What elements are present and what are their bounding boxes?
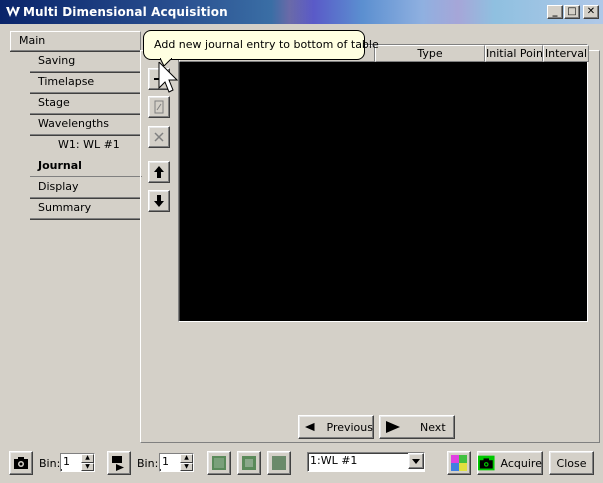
- bin-spinner-1[interactable]: ▲ ▼: [60, 453, 95, 472]
- window-title: Multi Dimensional Acquisition: [23, 5, 228, 19]
- delete-icon: [154, 132, 164, 142]
- move-down-button[interactable]: [148, 190, 170, 212]
- nav-panel: Main Saving Timelapse Stage Wavelengths …: [8, 30, 142, 443]
- next-button[interactable]: Next: [379, 415, 455, 439]
- close-window-button[interactable]: ✕: [583, 5, 599, 19]
- column-header-initial-point[interactable]: Initial Point: [485, 45, 543, 62]
- previous-button[interactable]: Previous: [298, 415, 374, 439]
- delete-entry-button[interactable]: [148, 126, 170, 148]
- acquire-camera-icon: [478, 455, 495, 471]
- previous-arrow-icon: [305, 422, 315, 432]
- arrow-up-icon: [154, 166, 164, 178]
- channel-button-2[interactable]: [237, 451, 261, 475]
- nav-item-display[interactable]: Display: [30, 178, 141, 198]
- next-arrow-icon: [386, 421, 400, 433]
- channel-button-3[interactable]: [267, 451, 291, 475]
- channel-button-1[interactable]: [207, 451, 231, 475]
- color-grid-icon: [451, 455, 467, 471]
- nav-item-wavelengths[interactable]: Wavelengths: [30, 115, 141, 135]
- column-header-interval[interactable]: Interval: [543, 45, 589, 62]
- column-header-type[interactable]: Type: [375, 45, 485, 62]
- bin-spinner-2[interactable]: ▲ ▼: [159, 453, 194, 472]
- color-overlay-button[interactable]: [447, 451, 471, 475]
- bin-label-2: Bin:: [137, 457, 159, 470]
- wavelength-select-value: 1:WL #1: [310, 454, 358, 467]
- app-logo-icon: [6, 6, 20, 17]
- spin-up-icon[interactable]: ▲: [81, 454, 94, 463]
- move-up-button[interactable]: [148, 161, 170, 183]
- journal-table[interactable]: Type Initial Point Interval: [178, 44, 589, 322]
- minimize-button[interactable]: _: [547, 5, 563, 19]
- nav-item-main[interactable]: Main: [10, 31, 141, 51]
- live-camera-button[interactable]: [107, 451, 131, 475]
- nav-item-timelapse[interactable]: Timelapse: [30, 73, 141, 93]
- green-square-icon: [212, 456, 226, 470]
- edit-icon: [154, 100, 164, 114]
- arrow-down-icon: [154, 195, 164, 207]
- acquire-button[interactable]: Acquire: [477, 451, 543, 475]
- bin-spinner-arrows-1[interactable]: ▲ ▼: [81, 454, 94, 471]
- chevron-down-icon[interactable]: [408, 453, 424, 469]
- nav-item-journal[interactable]: Journal: [30, 157, 142, 177]
- edit-entry-button[interactable]: [148, 96, 170, 118]
- maximize-button[interactable]: □: [564, 5, 580, 19]
- spin-down-icon[interactable]: ▼: [81, 462, 94, 471]
- bin-label-1: Bin:: [39, 457, 61, 470]
- tooltip-pointer-icon: [160, 58, 172, 66]
- nav-item-w1[interactable]: W1: WL #1: [50, 136, 141, 156]
- tooltip: Add new journal entry to bottom of table: [143, 30, 379, 60]
- snap-camera-button[interactable]: [9, 451, 33, 475]
- green-square-icon: [242, 456, 256, 470]
- close-button[interactable]: Close: [549, 451, 594, 475]
- wavelength-select[interactable]: 1:WL #1: [307, 452, 425, 472]
- green-square-icon: [272, 456, 286, 470]
- nav-item-saving[interactable]: Saving: [30, 52, 141, 72]
- video-camera-icon: [112, 456, 124, 471]
- spin-up-icon[interactable]: ▲: [180, 454, 193, 463]
- camera-icon: [14, 457, 28, 469]
- bin-input-1[interactable]: [61, 454, 81, 469]
- bin-input-2[interactable]: [160, 454, 180, 469]
- nav-item-summary[interactable]: Summary: [30, 199, 141, 219]
- nav-item-stage[interactable]: Stage: [30, 94, 141, 114]
- bin-spinner-arrows-2[interactable]: ▲ ▼: [180, 454, 193, 471]
- cursor-icon: [158, 62, 178, 93]
- title-bar: Multi Dimensional Acquisition _ □ ✕: [0, 0, 603, 24]
- spin-down-icon[interactable]: ▼: [180, 462, 193, 471]
